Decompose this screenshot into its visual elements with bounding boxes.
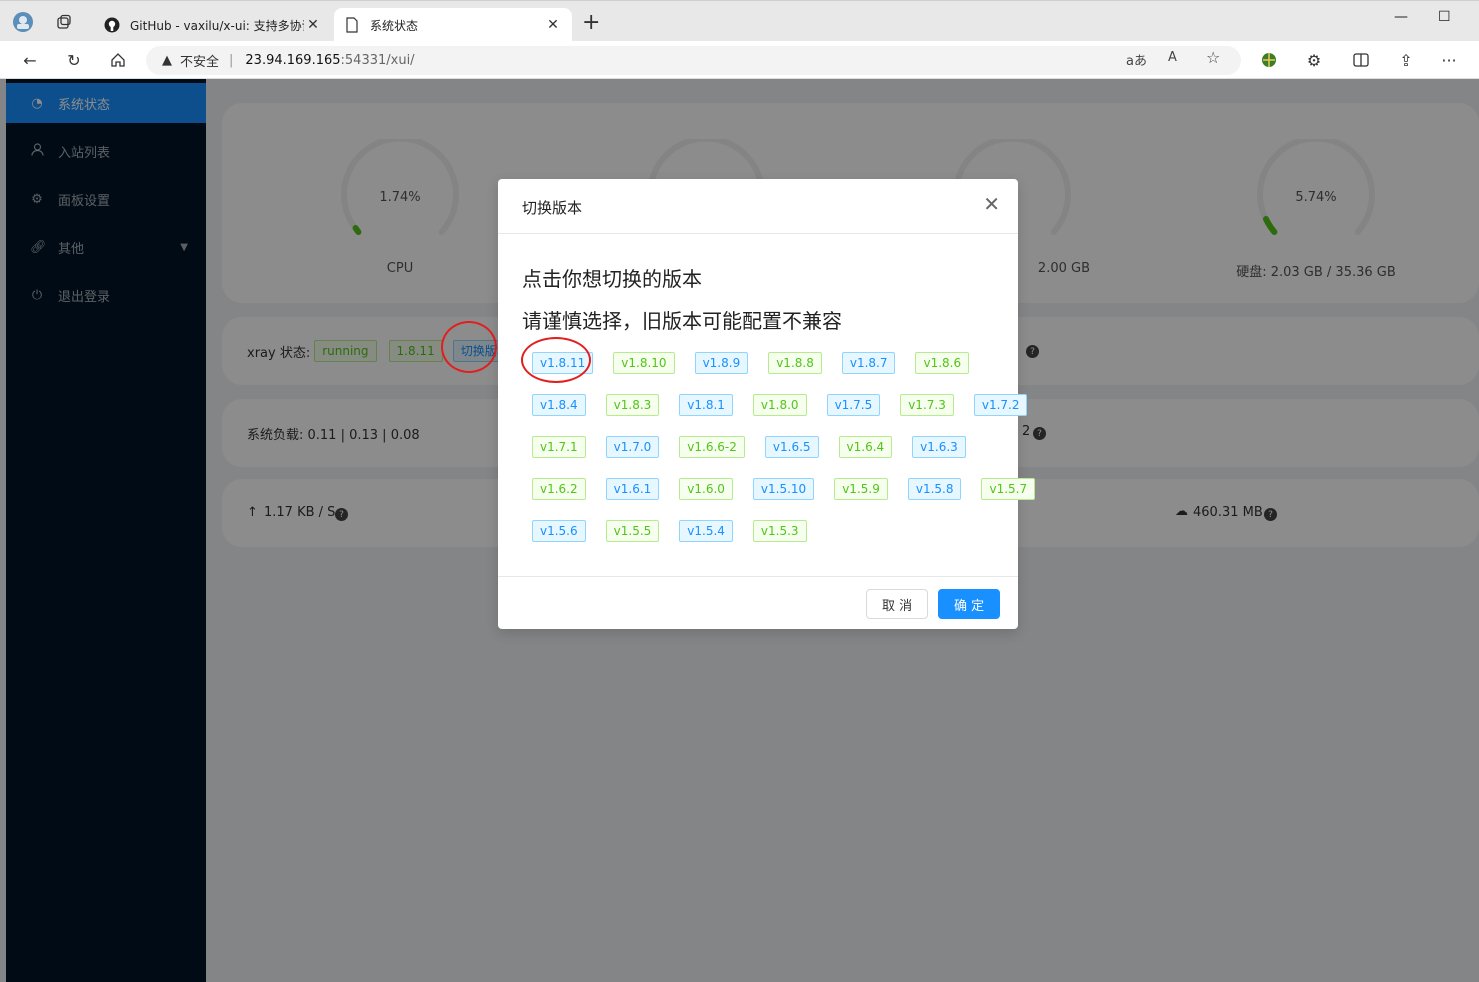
version-tag[interactable]: v1.5.10 <box>752 478 815 500</box>
version-tag[interactable]: v1.5.9 <box>834 478 888 500</box>
close-tab-icon[interactable]: ✕ <box>544 17 562 33</box>
version-tag[interactable]: v1.7.2 <box>973 394 1028 416</box>
version-row: v1.8.4 v1.8.3 v1.8.1 v1.8.0 v1.7.5 v1.7.… <box>532 394 1047 416</box>
version-tag[interactable]: v1.7.0 <box>605 436 660 458</box>
version-tag[interactable]: v1.7.1 <box>532 436 586 458</box>
security-label: 不安全 <box>180 55 220 70</box>
translate-icon[interactable]: aあ <box>1126 50 1147 69</box>
version-tag[interactable]: v1.5.6 <box>532 520 586 542</box>
version-tag[interactable]: v1.6.1 <box>605 478 660 500</box>
favorite-star-icon[interactable]: ☆ <box>1206 48 1220 67</box>
tab-github[interactable]: GitHub - vaxilu/x-ui: 支持多协议多 ✕ <box>94 8 332 42</box>
version-tag[interactable]: v1.8.8 <box>768 352 822 374</box>
modal-instruction: 点击你想切换的版本 <box>522 267 702 291</box>
annotation-circle <box>441 321 497 373</box>
version-tag[interactable]: v1.6.3 <box>912 436 966 458</box>
modal-title: 切换版本 <box>522 199 583 217</box>
version-tag[interactable]: v1.6.5 <box>764 436 819 458</box>
more-icon[interactable]: ··· <box>1437 48 1461 72</box>
github-icon <box>104 17 120 33</box>
version-tag[interactable]: v1.5.5 <box>605 520 660 542</box>
modal-footer: 取 消 确 定 <box>498 576 1018 629</box>
minimize-icon[interactable]: — <box>1394 9 1408 25</box>
version-tag[interactable]: v1.8.1 <box>679 394 733 416</box>
tab-title: GitHub - vaxilu/x-ui: 支持多协议多 <box>130 18 304 33</box>
close-icon[interactable]: ✕ <box>983 193 1000 215</box>
browser-toolbar: ← ↻ ▲ 不安全 | 23.94.169.165 :54331/xui/ aあ… <box>0 41 1479 79</box>
version-tag[interactable]: v1.8.0 <box>752 394 807 416</box>
version-tag[interactable]: v1.8.6 <box>915 352 970 374</box>
url-path: :54331/xui/ <box>340 53 415 68</box>
version-tag[interactable]: v1.8.7 <box>841 352 896 374</box>
url-host: 23.94.169.165 <box>245 53 341 68</box>
ok-button[interactable]: 确 定 <box>938 589 1001 619</box>
version-tag[interactable]: v1.8.9 <box>694 352 749 374</box>
tab-system-status[interactable]: 系统状态 ✕ <box>334 8 572 42</box>
version-tag[interactable]: v1.5.7 <box>981 478 1036 500</box>
new-tab-icon[interactable]: + <box>582 12 600 34</box>
version-tag[interactable]: v1.5.8 <box>907 478 962 500</box>
switch-version-modal: 切换版本 ✕ 点击你想切换的版本 请谨慎选择，旧版本可能配置不兼容 v1.8.1… <box>498 179 1036 629</box>
version-tag[interactable]: v1.5.3 <box>752 520 807 542</box>
modal-warning: 请谨慎选择，旧版本可能配置不兼容 <box>522 309 842 333</box>
version-tag[interactable]: v1.5.4 <box>679 520 733 542</box>
browser-tab-bar: GitHub - vaxilu/x-ui: 支持多协议多 ✕ 系统状态 ✕ + … <box>0 0 1479 42</box>
page-icon <box>344 17 360 33</box>
read-aloud-icon[interactable]: A <box>1168 50 1177 65</box>
annotation-circle <box>521 337 591 383</box>
extensions-icon[interactable]: ⚙ <box>1302 48 1326 72</box>
profile-avatar-icon[interactable] <box>12 11 34 33</box>
version-tag[interactable]: v1.6.0 <box>679 478 733 500</box>
version-tag[interactable]: v1.6.6-2 <box>679 436 745 458</box>
version-tag[interactable]: v1.7.3 <box>900 394 954 416</box>
tab-actions-icon[interactable] <box>53 11 75 33</box>
version-tag[interactable]: v1.8.3 <box>605 394 660 416</box>
close-tab-icon[interactable]: ✕ <box>304 17 322 33</box>
version-tag[interactable]: v1.8.4 <box>532 394 586 416</box>
warning-icon[interactable]: ▲ <box>162 53 172 68</box>
version-row: v1.5.6 v1.5.5 v1.5.4 v1.5.3 <box>532 520 827 542</box>
refresh-icon[interactable]: ↻ <box>62 48 86 72</box>
share-icon[interactable]: ⇪ <box>1394 48 1418 72</box>
home-icon[interactable] <box>106 48 130 72</box>
cancel-button[interactable]: 取 消 <box>866 589 929 619</box>
address-bar[interactable]: ▲ 不安全 | 23.94.169.165 :54331/xui/ aあ A ☆ <box>146 46 1241 75</box>
version-tag[interactable]: v1.6.2 <box>532 478 586 500</box>
version-row: v1.6.2 v1.6.1 v1.6.0 v1.5.10 v1.5.9 v1.5… <box>532 478 1055 500</box>
modal-header: 切换版本 ✕ <box>498 179 1018 234</box>
tab-title: 系统状态 <box>370 18 419 33</box>
back-icon[interactable]: ← <box>18 48 42 72</box>
split-screen-icon[interactable] <box>1349 48 1373 72</box>
version-tag[interactable]: v1.7.5 <box>826 394 881 416</box>
extension-globe-icon[interactable] <box>1257 48 1281 72</box>
version-tag[interactable]: v1.6.4 <box>838 436 893 458</box>
version-row: v1.7.1 v1.7.0 v1.6.6-2 v1.6.5 v1.6.4 v1.… <box>532 436 986 458</box>
divider: | <box>229 53 234 68</box>
version-row: v1.8.11 v1.8.10 v1.8.9 v1.8.8 v1.8.7 v1.… <box>532 352 989 374</box>
maximize-icon[interactable]: ☐ <box>1438 9 1451 25</box>
version-tag[interactable]: v1.8.10 <box>613 352 675 374</box>
